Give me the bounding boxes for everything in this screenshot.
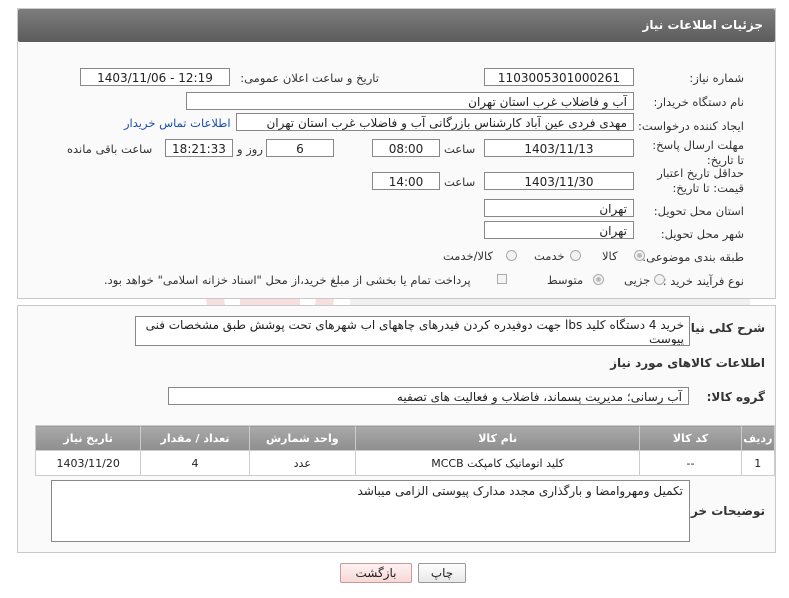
need-number-label: شماره نیاز: (689, 71, 744, 85)
buyer-org-label: نام دستگاه خریدار: (653, 95, 744, 109)
goods-table: ردیف کد کالا نام کالا واحد شمارش تعداد /… (34, 425, 776, 476)
page-title: جزئیات اطلاعات نیاز (642, 18, 763, 32)
buyer-contact-link[interactable]: اطلاعات تماس خریدار (124, 116, 231, 130)
goods-section-title: اطلاعات کالاهای مورد نیاز (610, 356, 765, 370)
deadline-date-field: 1403/11/13 (484, 139, 634, 157)
buyer-notes-textarea[interactable]: تکمیل ومهروامضا و بارگذاری مجدد مدارک پی… (51, 480, 690, 542)
description-textarea[interactable]: خرید 4 دستگاه کلید lbs جهت دوفیدره کردن … (135, 316, 690, 346)
col-code-header: کد کالا (639, 425, 742, 451)
category-goods-radio[interactable] (634, 250, 645, 261)
panel-header: جزئیات اطلاعات نیاز (18, 9, 775, 42)
city-field: تهران (484, 221, 634, 239)
requester-label: ایجاد کننده درخواست: (638, 119, 744, 133)
validity-time-label: ساعت (444, 175, 476, 189)
cell-code: -- (639, 450, 742, 476)
back-button[interactable]: بازگشت (340, 563, 412, 583)
table-header-row: ردیف کد کالا نام کالا واحد شمارش تعداد /… (34, 425, 776, 451)
days-label: روز و (237, 142, 263, 156)
cell-qty: 4 (140, 450, 250, 476)
deadline-time-field: 08:00 (372, 139, 440, 157)
buyer-org-field: آب و فاضلاب غرب استان تهران (186, 92, 634, 110)
deadline-time-label: ساعت (444, 142, 476, 156)
process-medium-radio[interactable] (593, 274, 604, 285)
category-label: طبقه بندی موضوعی: (642, 250, 744, 264)
col-qty-header: تعداد / مقدار (140, 425, 250, 451)
col-row-header: ردیف (740, 425, 776, 451)
table-row: 1 -- کلید اتوماتیک کامپکت MCCB عدد 4 140… (34, 450, 776, 476)
city-label: شهر محل تحویل: (660, 227, 744, 241)
col-date-header: تاریخ نیاز (34, 425, 142, 451)
cell-row: 1 (740, 450, 776, 476)
category-service-radio[interactable] (570, 250, 581, 261)
goods-group-field: آب رسانی؛ مدیریت پسماند، فاضلاب و فعالیت… (168, 387, 689, 405)
process-label: نوع فرآیند خرید : (662, 274, 744, 288)
province-field: تهران (484, 199, 634, 217)
validity-date-field: 1403/11/30 (484, 172, 634, 190)
treasury-payment-checkbox[interactable] (497, 274, 507, 284)
col-unit-header: واحد شمارش (248, 425, 356, 451)
requester-field: مهدی فردی عین آباد کارشناس بازرگانی آب و… (236, 113, 634, 131)
remaining-label: ساعت باقی مانده (67, 142, 153, 156)
print-button[interactable]: چاپ (418, 563, 466, 583)
cell-unit: عدد (248, 450, 356, 476)
category-goods-service-label: کالا/خدمت (443, 249, 494, 263)
process-partial-label: جزیی (624, 273, 651, 287)
remaining-time-field: 18:21:33 (165, 139, 233, 157)
col-name-header: نام کالا (354, 425, 641, 451)
announce-field: 1403/11/06 - 12:19 (80, 68, 230, 86)
validity-label: حداقل تاریخ اعتبار قیمت: تا تاریخ: (657, 166, 744, 195)
category-service-label: خدمت (534, 249, 565, 263)
category-goods-label: کالا (602, 249, 618, 263)
treasury-payment-note: پرداخت تمام یا بخشی از مبلغ خرید،از محل … (104, 273, 471, 287)
category-goods-service-radio[interactable] (506, 250, 517, 261)
description-label: شرح کلی نیاز: (679, 321, 765, 335)
announce-label: تاریخ و ساعت اعلان عمومی: (240, 71, 379, 85)
days-field: 6 (266, 139, 334, 157)
cell-date: 1403/11/20 (34, 450, 142, 476)
validity-time-field: 14:00 (372, 172, 440, 190)
process-partial-radio[interactable] (654, 274, 665, 285)
goods-group-label: گروه کالا: (706, 390, 765, 404)
province-label: استان محل تحویل: (653, 204, 744, 218)
need-number-field: 1103005301000261 (484, 68, 634, 86)
deadline-label: مهلت ارسال پاسخ: تا تاریخ: (652, 138, 744, 167)
process-medium-label: متوسط (547, 273, 584, 287)
cell-name: کلید اتوماتیک کامپکت MCCB (354, 450, 641, 476)
